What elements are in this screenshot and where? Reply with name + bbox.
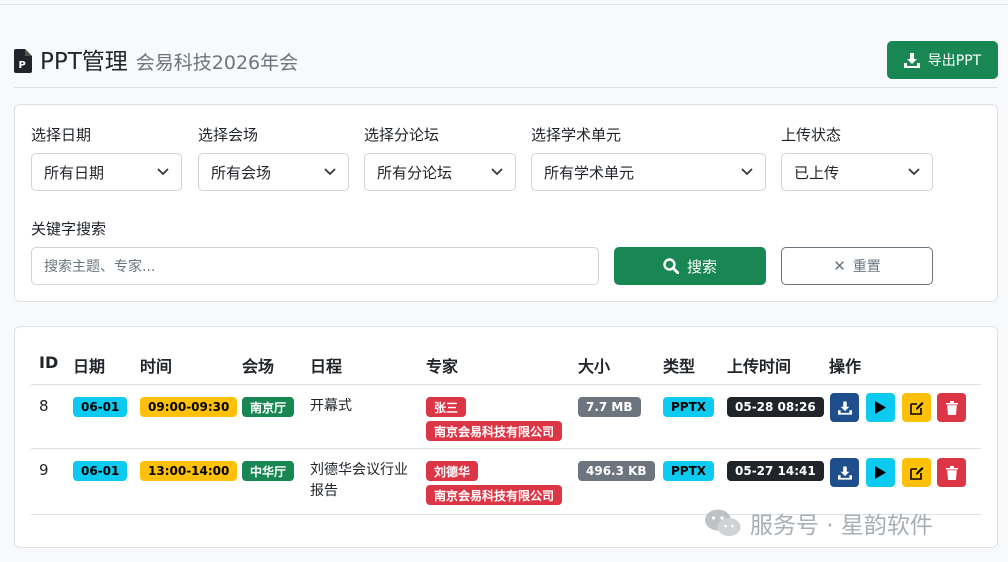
page-title-group: P PPT管理 会易科技2026年会	[14, 42, 298, 76]
download-button[interactable]	[830, 458, 859, 487]
upload-time-badge: 05-27 14:41	[727, 461, 824, 481]
column-header-expert: 专家	[426, 357, 459, 376]
column-header-time: 时间	[140, 357, 173, 376]
play-button[interactable]	[866, 393, 895, 422]
venue-filter-label: 选择会场	[198, 126, 259, 144]
venue-select[interactable]: 所有会场	[198, 153, 349, 191]
column-header-id: ID	[39, 353, 59, 372]
date-select-value: 所有日期	[44, 163, 105, 182]
play-icon	[875, 466, 886, 479]
trash-icon	[945, 465, 958, 480]
column-header-venue: 会场	[242, 357, 275, 376]
download-icon	[903, 52, 920, 68]
expert-badge: 刘德华	[426, 461, 479, 481]
expert-badge: 张三	[426, 397, 467, 417]
column-header-date: 日期	[73, 357, 106, 376]
upload-time-badge: 05-28 08:26	[727, 397, 824, 417]
date-select[interactable]: 所有日期	[31, 153, 182, 191]
status-select[interactable]: 已上传	[781, 153, 933, 191]
search-button[interactable]: 搜索	[614, 247, 766, 285]
page-title: PPT管理	[40, 49, 128, 75]
delete-button[interactable]	[937, 458, 966, 487]
date-badge: 06-01	[73, 397, 128, 417]
column-header-upload-time: 上传时间	[727, 357, 792, 376]
export-ppt-button[interactable]: 导出PPT	[887, 41, 998, 79]
search-button-label: 搜索	[686, 257, 717, 276]
time-badge: 09:00-09:30	[140, 397, 238, 417]
header-divider	[31, 384, 981, 385]
wechat-icon	[705, 509, 741, 536]
top-divider	[0, 4, 1008, 5]
edit-button[interactable]	[902, 393, 931, 422]
export-ppt-label: 导出PPT	[927, 53, 982, 69]
delete-button[interactable]	[937, 393, 966, 422]
date-filter-label: 选择日期	[31, 126, 92, 144]
type-badge: PPTX	[663, 461, 715, 481]
svg-text:P: P	[19, 60, 26, 71]
row-divider	[31, 448, 981, 449]
schedule-text: 刘德华会议行业	[310, 462, 408, 478]
search-icon	[663, 258, 679, 274]
watermark-text: 服务号 · 星韵软件	[750, 513, 933, 539]
organization-badge: 南京会易科技有限公司	[426, 421, 563, 441]
column-header-actions: 操作	[829, 357, 862, 376]
unit-select[interactable]: 所有学术单元	[531, 153, 766, 191]
unit-select-value: 所有学术单元	[544, 163, 635, 182]
status-select-value: 已上传	[794, 163, 840, 182]
unit-filter-label: 选择学术单元	[531, 126, 622, 144]
date-badge: 06-01	[73, 461, 128, 481]
organization-badge: 南京会易科技有限公司	[426, 485, 563, 505]
venue-badge: 中华厅	[242, 461, 295, 481]
forum-filter-label: 选择分论坛	[364, 126, 440, 144]
row-id: 9	[39, 461, 49, 479]
row-id: 8	[39, 397, 49, 415]
forum-select[interactable]: 所有分论坛	[364, 153, 516, 191]
reset-button-label: 重置	[852, 259, 881, 275]
page-subtitle: 会易科技2026年会	[135, 52, 299, 74]
chevron-down-icon	[908, 168, 920, 176]
keyword-placeholder: 搜索主题、专家...	[44, 259, 156, 275]
download-icon	[837, 465, 852, 480]
play-button[interactable]	[866, 458, 895, 487]
venue-badge: 南京厅	[242, 397, 295, 417]
forum-select-value: 所有分论坛	[377, 163, 453, 182]
chevron-down-icon	[157, 168, 169, 176]
download-icon	[837, 400, 852, 415]
chevron-down-icon	[324, 168, 336, 176]
download-button[interactable]	[830, 393, 859, 422]
schedule-text: 开幕式	[310, 398, 352, 414]
column-header-type: 类型	[663, 357, 696, 376]
keyword-search-input[interactable]: 搜索主题、专家...	[31, 247, 599, 285]
chevron-down-icon	[491, 168, 503, 176]
reset-button[interactable]: ✕ 重置	[781, 247, 933, 285]
chevron-down-icon	[741, 168, 753, 176]
schedule-text-line2: 报告	[310, 483, 338, 499]
trash-icon	[945, 400, 958, 415]
size-badge: 7.7 MB	[578, 397, 641, 417]
type-badge: PPTX	[663, 397, 715, 417]
watermark: 服务号 · 星韵软件	[704, 506, 933, 540]
close-icon: ✕	[833, 257, 846, 275]
edit-icon	[909, 401, 923, 415]
filter-panel: 选择日期 所有日期 选择会场 所有会场 选择分论坛 所有分论坛 选择学术单元 所…	[14, 104, 998, 302]
keyword-label: 关键字搜索	[31, 220, 107, 238]
edit-button[interactable]	[902, 458, 931, 487]
column-header-size: 大小	[578, 357, 611, 376]
column-header-schedule: 日程	[310, 357, 343, 376]
play-icon	[875, 401, 886, 414]
file-powerpoint-icon: P	[14, 49, 32, 73]
venue-select-value: 所有会场	[211, 163, 272, 182]
edit-icon	[909, 466, 923, 480]
time-badge: 13:00-14:00	[140, 461, 238, 481]
page-header: P PPT管理 会易科技2026年会 导出PPT	[14, 32, 998, 88]
status-filter-label: 上传状态	[781, 126, 842, 144]
size-badge: 496.3 KB	[578, 461, 655, 481]
